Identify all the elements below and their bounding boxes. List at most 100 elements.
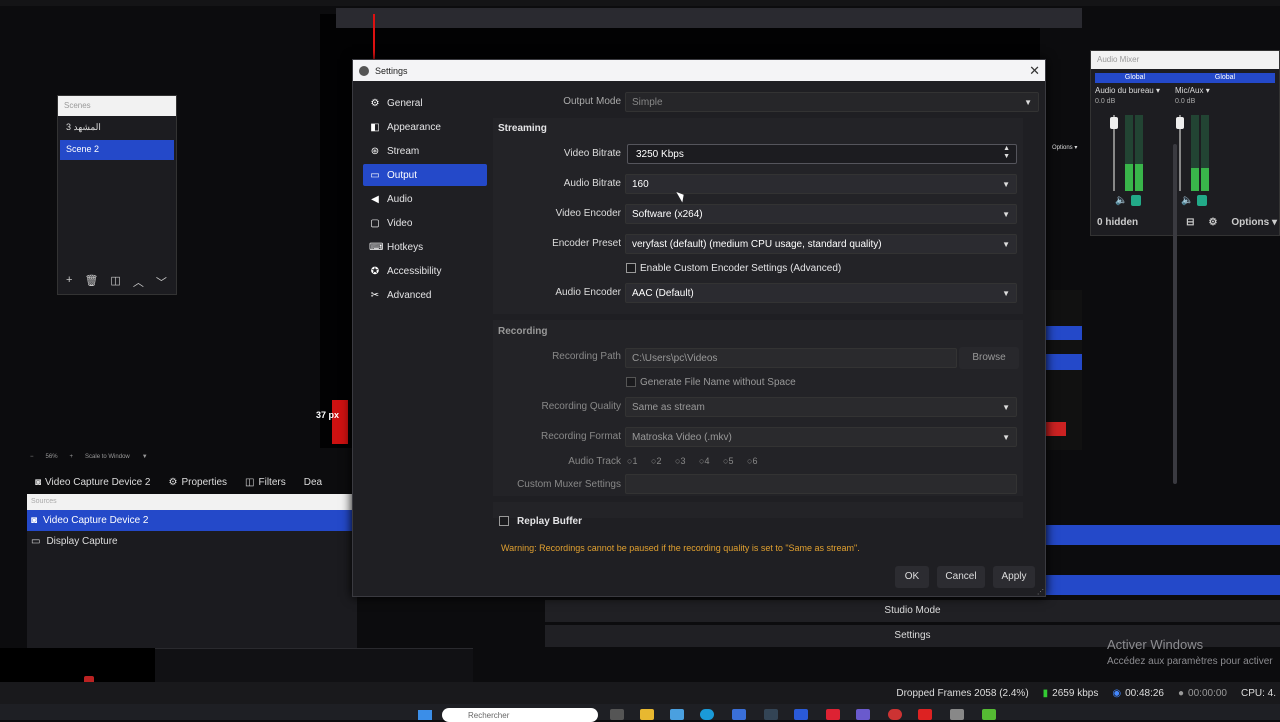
nav-appearance[interactable]: ◧ Appearance	[363, 116, 487, 138]
recording-path-input[interactable]: C:\Users\pc\Videos	[625, 348, 957, 368]
nav-video[interactable]: ▢ Video	[363, 212, 487, 234]
delete-scene-icon[interactable]: 🗑	[84, 274, 98, 290]
options-label: Options	[1231, 217, 1270, 228]
encoder-preset-select[interactable]: veryfast (default) (medium CPU usage, st…	[625, 234, 1017, 254]
track-number: 3	[680, 456, 686, 466]
add-scene-icon[interactable]: +	[66, 274, 72, 290]
source-item[interactable]: ◙ Video Capture Device 2	[27, 510, 357, 531]
apply-button[interactable]: Apply	[993, 566, 1035, 588]
streaming-title: Streaming	[498, 123, 547, 134]
teams-icon[interactable]	[856, 709, 870, 720]
scenes-header: Scenes	[58, 96, 176, 116]
audio-encoder-select[interactable]: AAC (Default) ▼	[625, 283, 1017, 303]
muxer-label: Custom Muxer Settings	[517, 479, 621, 490]
move-down-icon[interactable]: ﹀	[156, 274, 167, 290]
mail-icon[interactable]	[732, 709, 746, 720]
scene-item-active[interactable]: Scene 2	[60, 140, 174, 160]
cancel-button[interactable]: Cancel	[937, 566, 985, 588]
scene-item[interactable]: المشهد 3	[60, 118, 174, 138]
channel-name[interactable]: Mic/Aux ▾	[1175, 86, 1275, 95]
edge-icon[interactable]	[700, 709, 714, 720]
source-toolbar: ◙ Video Capture Device 2 ⚙ Properties ◫ Fil…	[27, 470, 357, 494]
deactivate-button[interactable]: Dea	[304, 477, 322, 488]
ok-button[interactable]: OK	[895, 566, 929, 588]
audio-track-5[interactable]: ○5	[723, 456, 733, 466]
browse-button[interactable]: Browse	[959, 347, 1019, 369]
zoom-out-icon[interactable]: −	[30, 454, 34, 460]
close-icon[interactable]: ✕	[1029, 63, 1040, 79]
properties-button[interactable]: ⚙ Properties	[168, 477, 227, 488]
dialog-title: Settings	[375, 65, 408, 76]
settings-app-icon[interactable]	[950, 709, 964, 720]
audio-track-6[interactable]: ○6	[747, 456, 757, 466]
audio-track-3[interactable]: ○3	[675, 456, 685, 466]
scale-mode[interactable]: Scale to Window	[85, 454, 130, 460]
advanced-audio-icon[interactable]: ⚙	[1208, 217, 1217, 228]
obs-icon[interactable]	[888, 709, 902, 720]
recording-format-select[interactable]: Matroska Video (.mkv) ▼	[625, 427, 1017, 447]
volume-meter	[1191, 115, 1199, 191]
spin-arrows-icon[interactable]: ▲ ▼	[1003, 145, 1010, 161]
chevron-down-icon: ▾	[1205, 86, 1210, 95]
recording-quality-select[interactable]: Same as stream ▼	[625, 397, 1017, 417]
current-source: ◙ Video Capture Device 2	[35, 477, 150, 488]
mute-icon[interactable]: 🔈	[1181, 195, 1193, 206]
options-small-button[interactable]: Options ▾	[1052, 144, 1077, 151]
fader-knob[interactable]	[1110, 117, 1118, 129]
resize-grip-icon[interactable]: ⋰	[1037, 588, 1044, 596]
monitor-headphone-icon[interactable]	[1131, 195, 1141, 206]
youtube-icon[interactable]	[826, 709, 840, 720]
channel-name[interactable]: Audio du bureau ▾	[1095, 86, 1175, 95]
monitor-icon: ▭	[31, 536, 41, 547]
video-bitrate-label: Video Bitrate	[563, 148, 621, 159]
windows-start-icon[interactable]	[418, 710, 432, 720]
zoom-in-icon[interactable]: +	[70, 454, 74, 460]
audio-encoder-label: Audio Encoder	[555, 287, 621, 298]
task-view-icon[interactable]	[610, 709, 624, 720]
replay-buffer-checkbox[interactable]	[499, 516, 509, 526]
muxer-input[interactable]	[625, 474, 1017, 494]
move-up-icon[interactable]: ︿	[133, 274, 144, 290]
steam-icon[interactable]	[764, 709, 778, 720]
store-icon[interactable]	[670, 709, 684, 720]
audio-bitrate-select[interactable]: 160 ▼	[625, 174, 1017, 194]
layout-icon[interactable]: ⊟	[1186, 217, 1194, 228]
source-item[interactable]: ▭ Display Capture	[27, 531, 357, 552]
video-encoder-select[interactable]: Software (x264) ▼	[625, 204, 1017, 224]
filters-button[interactable]: ◫ Filters	[245, 477, 286, 488]
output-mode-select[interactable]: Simple ▼	[625, 92, 1039, 112]
monitor-headphone-icon[interactable]	[1197, 195, 1207, 206]
mixer-channel-1: Global Audio du bureau ▾ 0.0 dB	[1095, 73, 1175, 105]
app-icon[interactable]	[982, 709, 996, 720]
facebook-icon[interactable]	[794, 709, 808, 720]
audio-track-1[interactable]: ○1	[627, 456, 637, 466]
nav-advanced[interactable]: ✂ Advanced	[363, 284, 487, 306]
track-number: 4	[704, 456, 710, 466]
nav-hotkeys[interactable]: ⌨ Hotkeys	[363, 236, 487, 258]
selected-row	[1046, 525, 1280, 545]
options-button[interactable]: Options ▾	[1231, 217, 1277, 228]
audio-track-4[interactable]: ○4	[699, 456, 709, 466]
fader-knob[interactable]	[1176, 117, 1184, 129]
nav-stream[interactable]: ⊛ Stream	[363, 140, 487, 162]
no-space-checkbox[interactable]	[626, 377, 636, 387]
video-bitrate-spinbox[interactable]: 3250 Kbps ▲ ▼	[627, 144, 1017, 164]
scrollbar[interactable]	[1173, 144, 1177, 484]
nav-general[interactable]: ⚙ General	[363, 92, 487, 114]
nav-label: Stream	[387, 145, 420, 157]
app-icon[interactable]	[918, 709, 932, 720]
selected-row	[1046, 326, 1082, 340]
nav-audio[interactable]: ◀ Audio	[363, 188, 487, 210]
nav-output[interactable]: ▭ Output	[363, 164, 487, 186]
audio-track-2[interactable]: ○2	[651, 456, 661, 466]
stream-time-value: 00:48:26	[1125, 687, 1164, 699]
file-explorer-icon[interactable]	[640, 709, 654, 720]
filters-scene-icon[interactable]: ◫	[110, 274, 120, 290]
studio-mode-button[interactable]: Studio Mode	[545, 600, 1280, 622]
custom-encoder-checkbox[interactable]	[626, 263, 636, 273]
track-number: 2	[656, 456, 662, 466]
nav-accessibility[interactable]: ✪ Accessibility	[363, 260, 487, 282]
recording-path-label: Recording Path	[552, 351, 621, 362]
mute-icon[interactable]: 🔈	[1115, 195, 1127, 206]
chevron-down-icon[interactable]: ▼	[142, 454, 148, 460]
